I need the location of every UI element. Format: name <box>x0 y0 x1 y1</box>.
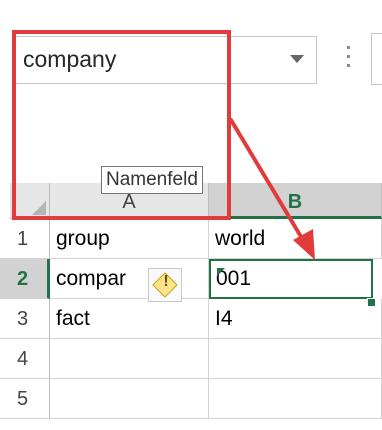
formula-input[interactable] <box>371 33 382 85</box>
name-box-tooltip: Namenfeld <box>101 166 203 194</box>
row-header-1[interactable]: 1 <box>0 219 50 259</box>
spreadsheet-grid: A B 1 group world 2 compar 001 3 fact I4… <box>0 183 382 430</box>
error-checking-button[interactable]: ! <box>148 268 182 302</box>
cell-a4[interactable] <box>50 339 209 379</box>
row-header-3[interactable]: 3 <box>0 299 50 339</box>
select-all-button[interactable] <box>10 183 50 219</box>
vertical-dots-icon[interactable] <box>347 46 351 68</box>
cell-a5[interactable] <box>50 379 209 419</box>
exclamation-icon: ! <box>163 273 169 290</box>
cell-b2[interactable]: 001 <box>209 259 373 299</box>
column-header-b[interactable]: B <box>209 183 382 219</box>
select-all-triangle-icon <box>32 201 46 215</box>
row-header-4[interactable]: 4 <box>0 339 50 379</box>
chevron-down-icon[interactable] <box>290 55 304 63</box>
row-header-2[interactable]: 2 <box>0 259 50 299</box>
error-indicator-icon <box>217 268 225 276</box>
cell-a2[interactable]: compar <box>50 259 209 299</box>
cell-b3[interactable]: I4 <box>209 299 382 339</box>
cell-b1[interactable]: world <box>209 219 382 259</box>
formula-bar-area: company <box>0 0 382 183</box>
cell-b5[interactable] <box>209 379 382 419</box>
name-box[interactable]: company <box>12 36 317 84</box>
cell-b4[interactable] <box>209 339 382 379</box>
fill-handle[interactable] <box>367 298 376 307</box>
cell-a3[interactable]: fact <box>50 299 209 339</box>
name-box-value[interactable]: company <box>23 46 116 73</box>
row-header-5[interactable]: 5 <box>0 379 50 419</box>
cell-a1[interactable]: group <box>50 219 209 259</box>
